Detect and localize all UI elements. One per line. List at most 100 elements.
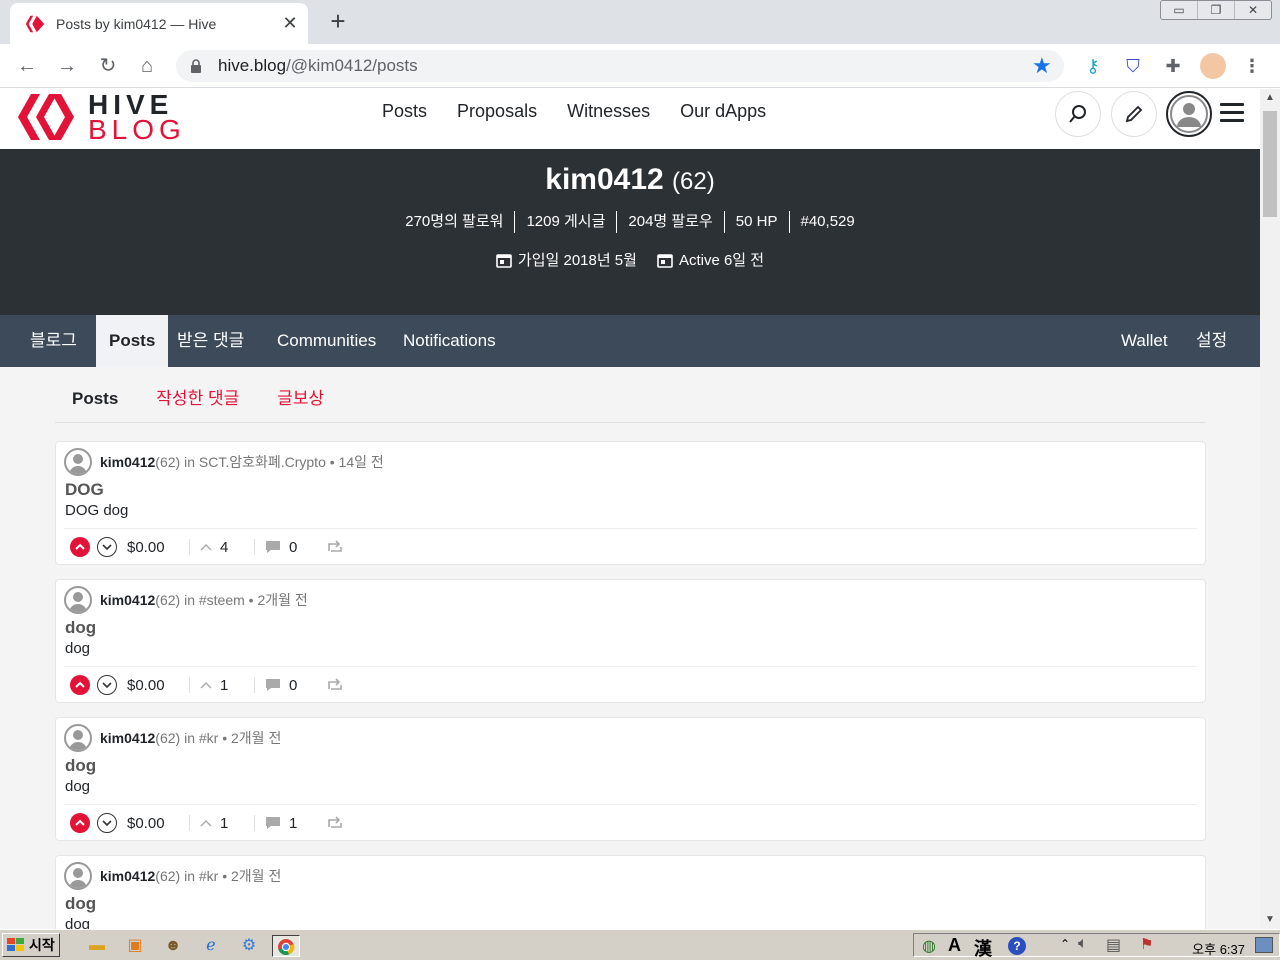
nav-posts[interactable]: Posts <box>382 101 427 122</box>
post-community[interactable]: #steem <box>199 592 245 608</box>
post-time[interactable]: 2개월 전 <box>231 866 281 886</box>
post-body[interactable]: DOG dog <box>65 502 128 519</box>
start-button[interactable]: 시작 <box>2 933 60 957</box>
clock[interactable]: 오후 6:37 <box>1192 939 1245 958</box>
post-author[interactable]: kim0412 <box>100 592 155 608</box>
ime-mode-a[interactable]: A <box>948 935 961 956</box>
network-icon[interactable]: ⚙ <box>238 935 260 957</box>
post-title[interactable]: dog <box>65 894 96 914</box>
post-author[interactable]: kim0412 <box>100 868 155 884</box>
post-card[interactable]: kim0412 (62) in #kr • 2개월 전 dog dog <box>55 855 1206 929</box>
post-card[interactable]: kim0412 (62) in #kr • 2개월 전 dog dog $0.00… <box>55 717 1206 841</box>
restore-icon[interactable]: ❐ <box>1197 1 1234 19</box>
close-tab-icon[interactable]: ✕ <box>276 13 304 34</box>
author-avatar[interactable] <box>64 724 92 752</box>
bookmark-star-icon[interactable]: ★ <box>1032 55 1054 77</box>
browser-menu-icon[interactable]: ⋮ <box>1241 55 1263 77</box>
ime-globe-icon[interactable]: ◍ <box>922 936 936 956</box>
extension-key-icon[interactable]: ⚷ <box>1082 55 1104 77</box>
comments-count[interactable]: 0 <box>265 539 309 556</box>
new-tab-icon[interactable]: + <box>324 8 352 36</box>
nav-our-dapps[interactable]: Our dApps <box>680 101 766 122</box>
reblog-icon[interactable] <box>327 539 343 556</box>
votes-count[interactable]: 1 <box>200 815 244 832</box>
author-avatar[interactable] <box>64 586 92 614</box>
ime-mode-hanja[interactable]: 漢 <box>974 935 992 961</box>
votes-count[interactable]: 4 <box>200 539 244 556</box>
upvote-button[interactable] <box>70 675 90 695</box>
tab-notifications[interactable]: Notifications <box>390 315 509 367</box>
downvote-button[interactable] <box>97 537 117 557</box>
chrome-taskbar-icon[interactable] <box>272 935 300 957</box>
tab-settings[interactable]: 설정 <box>1183 315 1240 367</box>
tab-posts[interactable]: Posts <box>96 315 169 367</box>
author-avatar[interactable] <box>64 448 92 476</box>
payout-value[interactable]: $0.00 <box>127 539 179 556</box>
close-window-icon[interactable]: ✕ <box>1234 1 1271 19</box>
post-title[interactable]: dog <box>65 756 96 776</box>
reblog-icon[interactable] <box>327 815 343 832</box>
scroll-down-icon[interactable]: ▼ <box>1260 911 1280 929</box>
reblog-icon[interactable] <box>327 677 343 694</box>
volume-icon[interactable]: 🔈︎ <box>1078 935 1088 953</box>
folder-icon[interactable]: ▬ <box>86 935 108 957</box>
tab-received-comments[interactable]: 받은 댓글 <box>164 315 257 367</box>
search-button[interactable] <box>1055 91 1101 137</box>
action-center-flag-icon[interactable]: ⚑ <box>1140 935 1153 953</box>
forward-icon[interactable]: → <box>54 53 80 79</box>
post-time[interactable]: 2개월 전 <box>231 728 281 748</box>
profile-avatar-icon[interactable] <box>1200 53 1226 79</box>
show-desktop-icon[interactable] <box>1255 937 1273 953</box>
browser-tab[interactable]: Posts by kim0412 — Hive ✕ <box>10 3 308 44</box>
post-title[interactable]: DOG <box>65 480 104 500</box>
post-time[interactable]: 2개월 전 <box>257 590 307 610</box>
subtab-posts[interactable]: Posts <box>72 381 118 422</box>
post-author[interactable]: kim0412 <box>100 730 155 746</box>
internet-explorer-icon[interactable]: ℯ <box>200 935 222 957</box>
post-community[interactable]: SCT.암호화폐.Crypto <box>199 452 326 472</box>
hamburger-menu-icon[interactable] <box>1220 103 1244 123</box>
post-community[interactable]: #kr <box>199 730 218 746</box>
back-icon[interactable]: ← <box>14 53 40 79</box>
scroll-thumb[interactable] <box>1263 111 1277 217</box>
tray-expand-icon[interactable]: ⌃ <box>1060 937 1070 951</box>
subtab-my-comments[interactable]: 작성한 댓글 <box>156 381 239 422</box>
post-author[interactable]: kim0412 <box>100 454 155 470</box>
compose-button[interactable] <box>1111 91 1157 137</box>
upvote-button[interactable] <box>70 537 90 557</box>
following-count[interactable]: 204명 팔로우 <box>616 211 723 233</box>
post-body[interactable]: dog <box>65 640 90 657</box>
nav-witnesses[interactable]: Witnesses <box>567 101 650 122</box>
scroll-up-icon[interactable]: ▲ <box>1260 89 1280 107</box>
extension-shield-icon[interactable]: ⛉ <box>1122 55 1144 77</box>
post-card[interactable]: kim0412 (62) in #steem • 2개월 전 dog dog $0… <box>55 579 1206 703</box>
hive-logo[interactable]: HIVE BLOG <box>16 91 186 144</box>
minimize-icon[interactable]: ▭ <box>1161 1 1197 19</box>
comments-count[interactable]: 0 <box>265 677 309 694</box>
followers-count[interactable]: 270명의 팔로워 <box>394 211 514 233</box>
help-icon[interactable]: ? <box>1008 937 1026 955</box>
address-bar[interactable]: hive.blog/@kim0412/posts ★ <box>176 50 1064 82</box>
post-card[interactable]: kim0412 (62) in SCT.암호화폐.Crypto • 14일 전 D… <box>55 441 1206 565</box>
downvote-button[interactable] <box>97 675 117 695</box>
payout-value[interactable]: $0.00 <box>127 677 179 694</box>
tab-blog[interactable]: 블로그 <box>17 315 90 367</box>
upvote-button[interactable] <box>70 813 90 833</box>
subtab-rewards[interactable]: 글보상 <box>277 381 324 422</box>
post-community[interactable]: #kr <box>199 868 218 884</box>
messenger-icon[interactable]: ☻ <box>162 935 184 957</box>
extensions-puzzle-icon[interactable]: ✚ <box>1162 55 1184 77</box>
post-body[interactable]: dog <box>65 778 90 795</box>
tab-wallet[interactable]: Wallet <box>1108 315 1181 367</box>
reload-icon[interactable]: ↻ <box>95 53 121 79</box>
user-menu-button[interactable] <box>1166 91 1212 137</box>
post-time[interactable]: 14일 전 <box>339 452 384 472</box>
downvote-button[interactable] <box>97 813 117 833</box>
page-scrollbar[interactable]: ▲ ▼ <box>1260 89 1280 929</box>
nav-proposals[interactable]: Proposals <box>457 101 537 122</box>
home-icon[interactable]: ⌂ <box>134 53 160 79</box>
network-tray-icon[interactable]: ▤ <box>1106 935 1121 955</box>
media-player-icon[interactable]: ▣ <box>124 935 146 957</box>
tab-communities[interactable]: Communities <box>264 315 389 367</box>
votes-count[interactable]: 1 <box>200 677 244 694</box>
